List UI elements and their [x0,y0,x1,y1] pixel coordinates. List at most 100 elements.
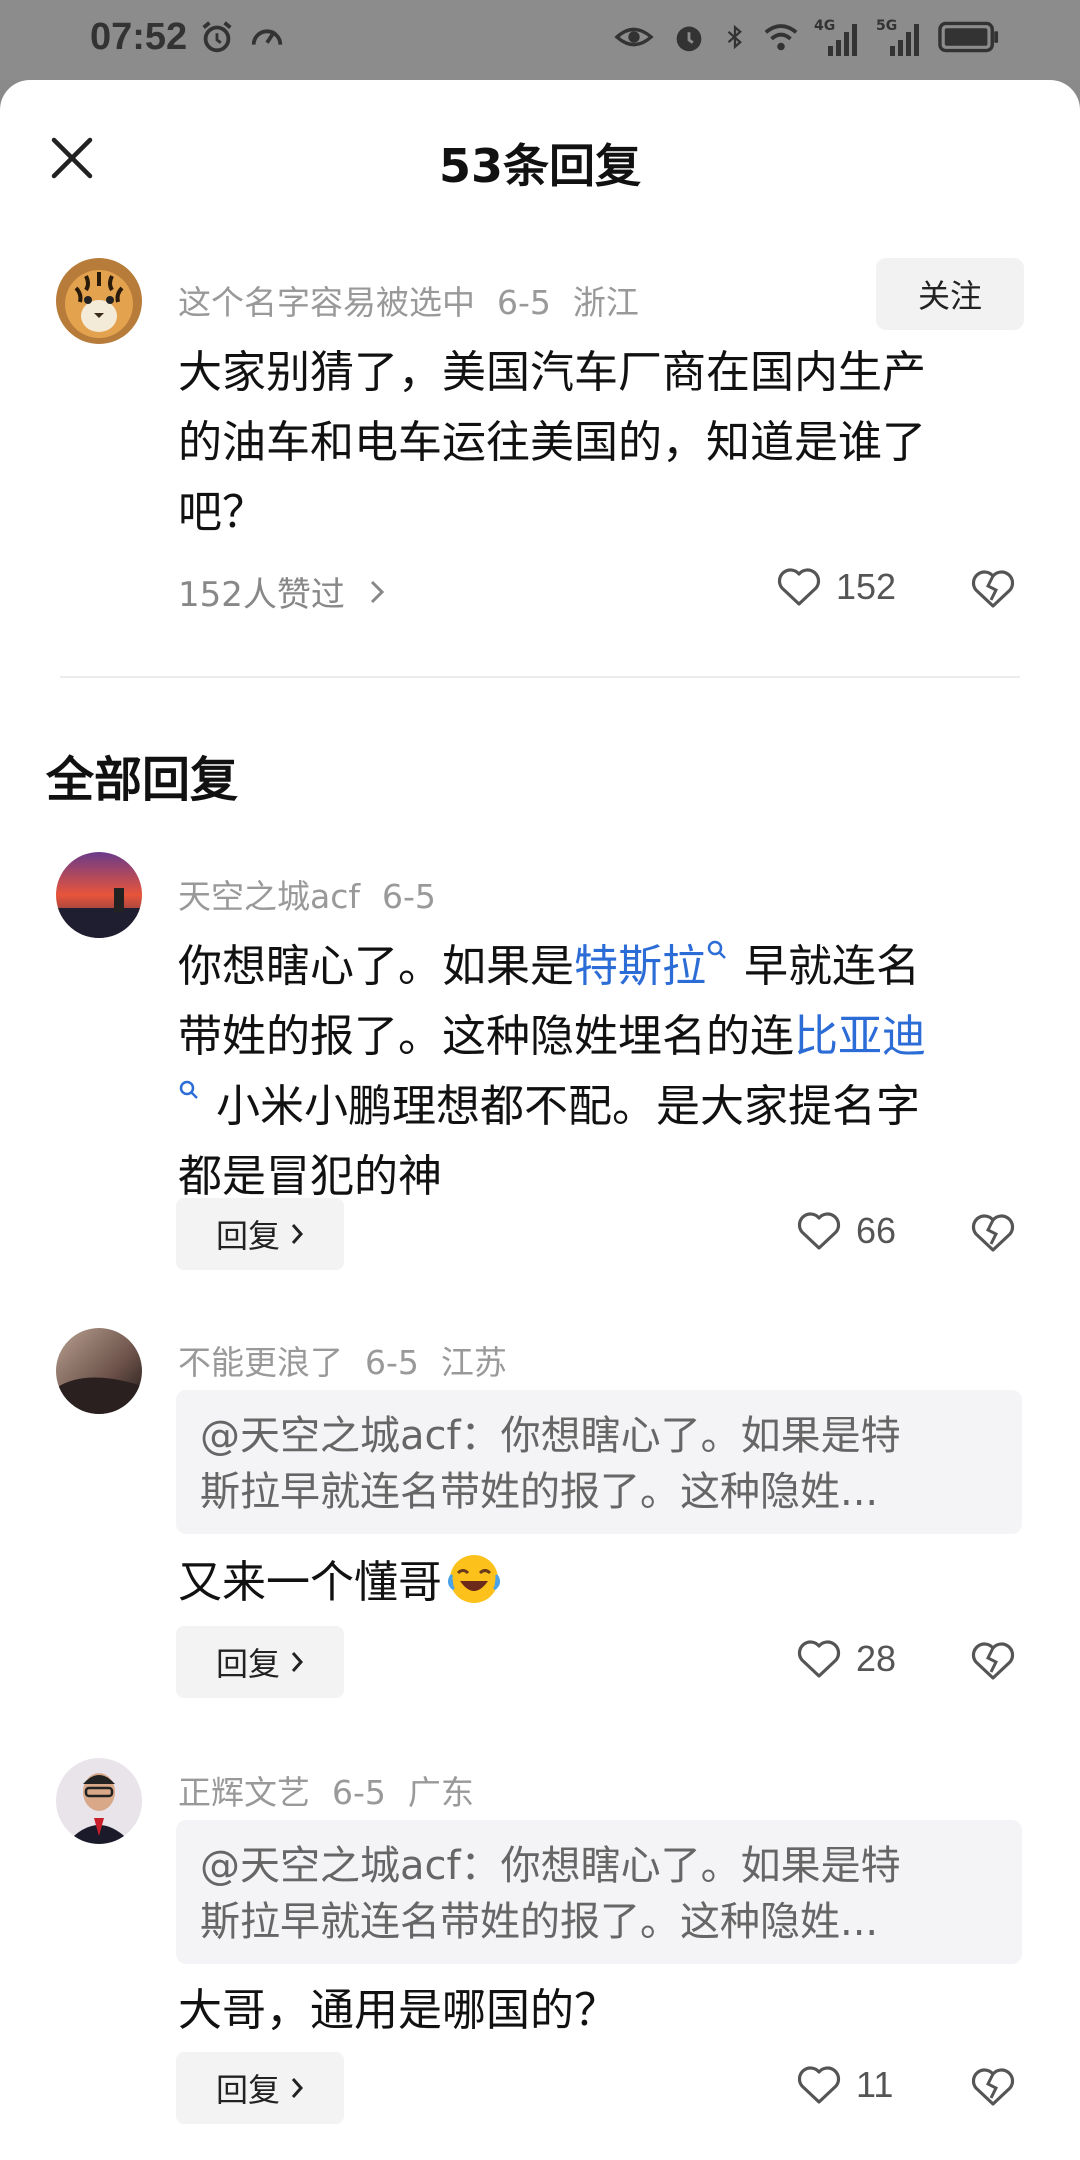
reply-location: 广东 [407,1773,474,1812]
wifi-icon [764,24,798,51]
dislike-icon[interactable] [970,568,1016,610]
dusk-avatar-icon [56,1328,142,1414]
alarm-icon [676,26,702,52]
alarm-icon [202,21,232,53]
reply-text[interactable]: 大哥，通用是哪国的？ [178,1976,1038,2046]
heart-icon [797,1640,841,1678]
reply-text-line: 带姓的报了。这种隐姓埋名的连比亚迪 [178,1002,1038,1072]
author-name[interactable]: 天空之城acf [178,877,360,916]
reply-text-segment: 早就连名 [730,941,920,992]
reply-meta: 天空之城acf 6-5 [178,870,458,918]
like-button[interactable]: 66 [796,1210,896,1252]
tiger-avatar-icon [56,258,142,344]
signal-4g-label: 4G [814,18,836,34]
like-button[interactable]: 152 [776,566,896,608]
heart-icon [797,2066,841,2104]
reply-location: 江苏 [440,1343,507,1382]
reply-button-label: 回复 [215,1217,280,1255]
author-name[interactable]: 不能更浪了 [178,1343,343,1382]
sheet-header: 53条回复 [0,80,1080,230]
reply-text-line: 小米小鹏理想都不配。是大家提名字 [178,1072,1038,1142]
link-label: 特斯拉 [574,941,706,992]
link-label: 比亚迪 [794,1011,926,1062]
comment-text[interactable]: 大家别猜了，美国汽车厂商在国内生产 的油车和电车运往美国的，知道是谁了 吧？ [178,338,1038,548]
quoted-reply[interactable]: @天空之城acf：你想瞎心了。如果是特 斯拉早就连名带姓的报了。这种隐姓... [176,1820,1022,1964]
reply-text-segment: 你想瞎心了。如果是 [178,941,574,992]
heart-icon [797,1212,841,1250]
chevron-right-icon [370,580,384,604]
bluetooth-icon [727,24,742,50]
search-icon [707,940,726,959]
section-title: 全部回复 [46,752,239,808]
likers-link[interactable]: 152人赞过 [178,567,386,616]
page-title: 53条回复 [438,139,641,193]
reply-date: 6-5 [381,877,436,916]
signal-4g-icon: 4G [814,18,862,56]
likers-label: 152人赞过 [178,575,345,615]
comment-date: 6-5 [497,283,551,322]
dislike-icon[interactable] [970,1212,1016,1254]
reply-text-segment: 小米小鹏理想都不配。是大家提名字 [202,1081,920,1132]
avatar[interactable] [56,1758,142,1844]
laughing-crying-emoji-icon [447,1555,501,1603]
reply-meta: 不能更浪了 6-5 江苏 [178,1336,529,1384]
avatar[interactable] [56,1328,142,1414]
reply-button-label: 回复 [215,2071,280,2109]
reply-text-segment: 带姓的报了。这种隐姓埋名的连 [178,1011,794,1062]
reply-text-line: 你想瞎心了。如果是特斯拉 早就连名 [178,932,1038,1002]
reply-text-segment: 又来一个懂哥 [178,1557,442,1608]
reply-button[interactable]: 回复 [176,1626,344,1698]
like-count: 152 [836,566,897,607]
status-right-icons: 4G 5G [612,18,1000,56]
replies-sheet: 53条回复 这个名字容易被选中 6-5 浙江 关注 大家别猜了，美国汽车厂商在国内生… [0,80,1080,2160]
sunset-avatar-icon [56,852,142,938]
search-link-byd[interactable]: 比亚迪 [794,1011,926,1062]
signal-5g-label: 5G [876,18,898,34]
reply-text[interactable]: 你想瞎心了。如果是特斯拉 早就连名 带姓的报了。这种隐姓埋名的连比亚迪 小米小鹏… [178,932,1038,1212]
heart-icon [777,568,821,606]
like-count: 28 [856,1638,897,1679]
reply-text[interactable]: 又来一个懂哥 [178,1548,1038,1618]
search-icon[interactable] [178,1079,202,1107]
comment-text-line: 大家别猜了，美国汽车厂商在国内生产 [178,347,926,398]
quote-line: @天空之城acf：你想瞎心了。如果是特 [200,1843,901,1889]
quote-line: @天空之城acf：你想瞎心了。如果是特 [200,1413,901,1459]
quote-line: 斯拉早就连名带姓的报了。这种隐姓... [200,1899,879,1945]
comment-text-line: 吧？ [178,487,266,538]
reply-button-label: 回复 [215,1645,280,1683]
avatar[interactable] [56,852,142,938]
like-count: 11 [856,2064,894,2105]
portrait-avatar-icon [56,1758,142,1844]
search-link-tesla[interactable]: 特斯拉 [574,940,730,992]
status-bar: 07:52 4G 5G [0,0,1080,80]
reply-date: 6-5 [332,1773,386,1812]
dislike-icon[interactable] [970,2066,1016,2108]
chevron-right-icon [291,1224,304,1244]
like-button[interactable]: 28 [796,1638,896,1680]
signal-5g-icon: 5G [876,18,924,56]
eye-icon [614,27,654,47]
follow-button[interactable]: 关注 [876,258,1024,330]
reply-button[interactable]: 回复 [176,1198,344,1270]
quote-line: 斯拉早就连名带姓的报了。这种隐姓... [200,1469,879,1515]
reply-date: 6-5 [365,1343,419,1382]
divider [60,676,1020,678]
reply-meta: 正辉文艺 6-5 广东 [178,1766,496,1814]
status-time: 07:52 [90,16,188,58]
quoted-reply[interactable]: @天空之城acf：你想瞎心了。如果是特 斯拉早就连名带姓的报了。这种隐姓... [176,1390,1022,1534]
author-name[interactable]: 正辉文艺 [178,1773,310,1812]
author-name[interactable]: 这个名字容易被选中 [178,283,475,322]
like-count: 66 [856,1210,897,1251]
comment-location: 浙江 [572,283,639,322]
status-left-icons [198,18,286,56]
chevron-right-icon [291,2078,304,2098]
avatar[interactable] [56,258,142,344]
speedometer-icon [251,29,283,45]
chevron-right-icon [291,1652,304,1672]
like-button[interactable]: 11 [796,2064,893,2106]
dislike-icon[interactable] [970,1640,1016,1682]
comment-meta: 这个名字容易被选中 6-5 浙江 [178,276,661,324]
comment-text-line: 的油车和电车运往美国的，知道是谁了 [178,417,926,468]
reply-button[interactable]: 回复 [176,2052,344,2124]
battery-icon [938,21,999,53]
